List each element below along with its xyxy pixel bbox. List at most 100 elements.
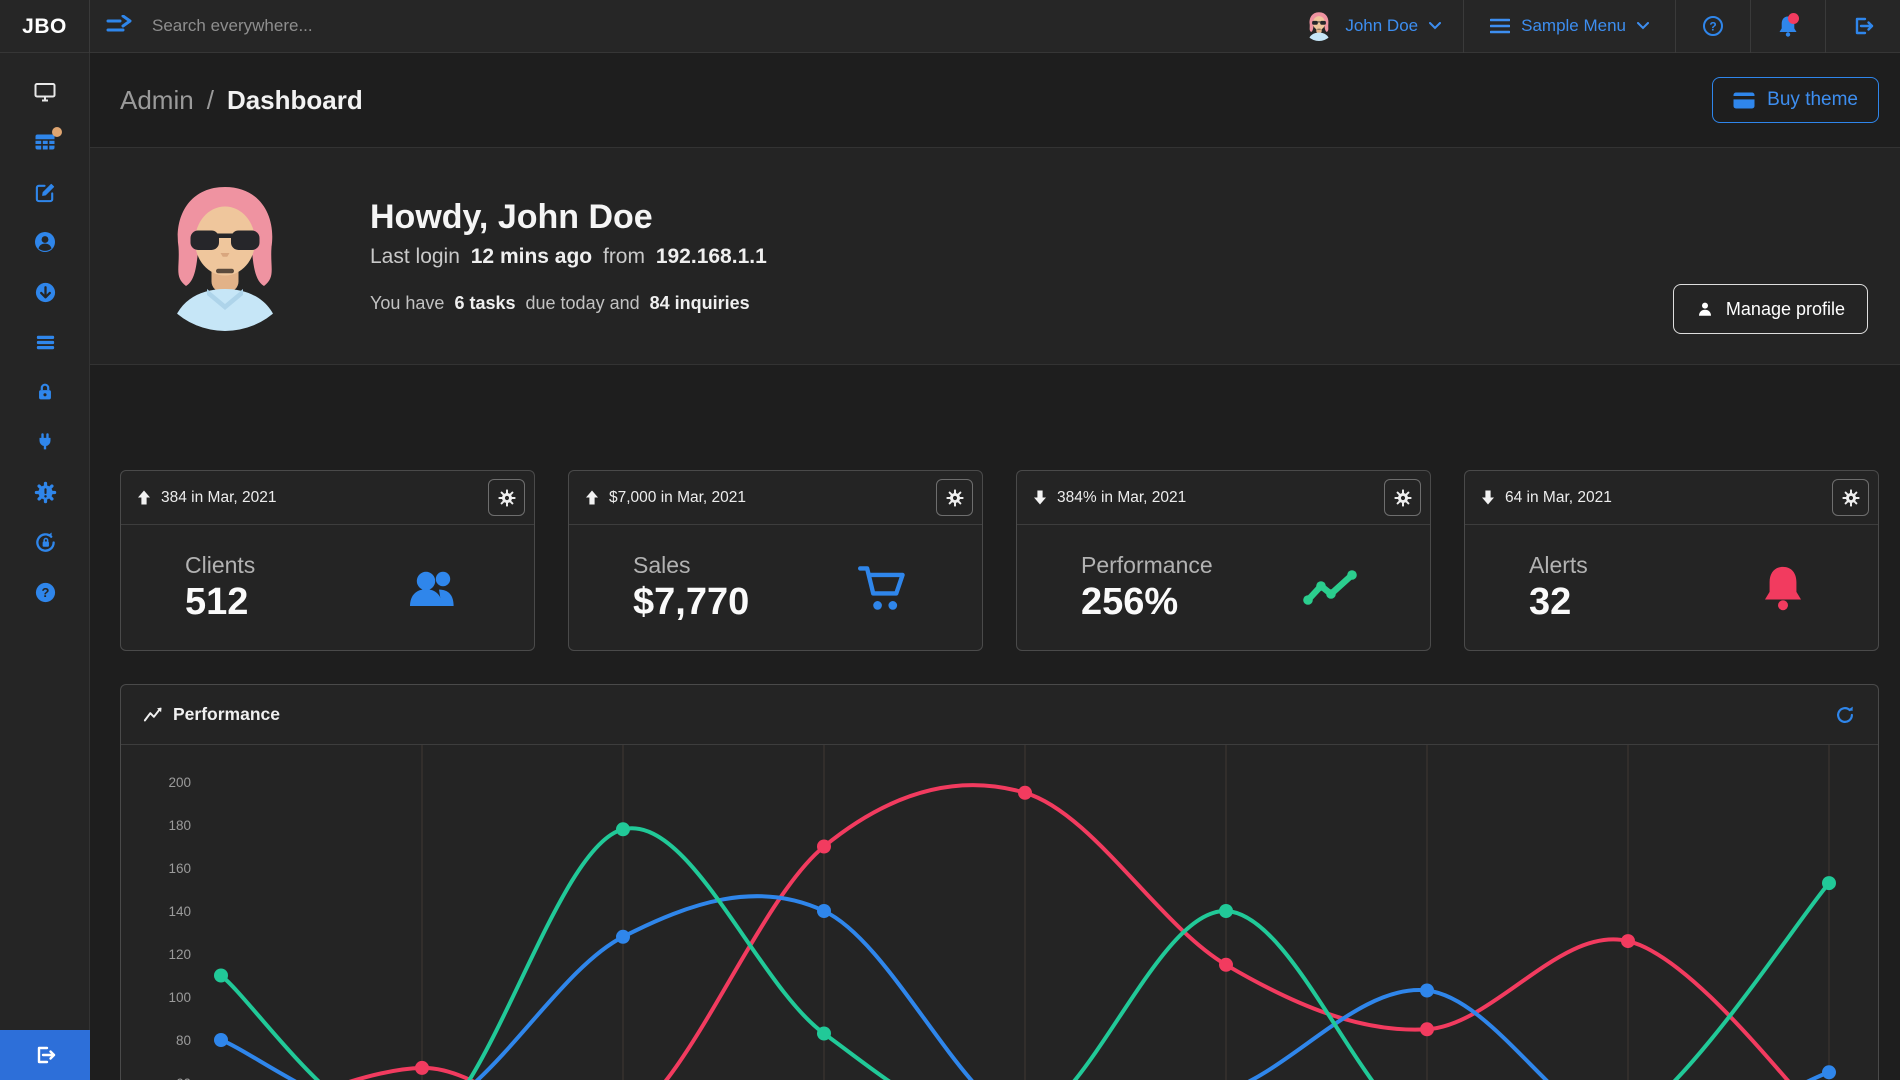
profile-avatar xyxy=(150,181,300,331)
user-menu[interactable]: John Doe xyxy=(1282,0,1463,53)
plug-icon xyxy=(34,431,56,453)
stat-card-clients: 384 in Mar, 2021 Clients 512 xyxy=(120,470,535,651)
sidebar: ? xyxy=(0,53,90,1080)
refresh-button[interactable] xyxy=(1834,704,1856,726)
help-circle-icon: ? xyxy=(1701,14,1725,38)
list-icon xyxy=(34,331,57,354)
search-input[interactable] xyxy=(152,16,572,36)
chart-icon xyxy=(143,706,163,724)
user-name: John Doe xyxy=(1345,16,1418,36)
stat-label: Performance xyxy=(1081,552,1213,579)
refresh-icon xyxy=(1834,704,1856,726)
svg-text:160: 160 xyxy=(168,861,191,876)
gear-alert-icon xyxy=(34,481,57,504)
arrow-up-icon xyxy=(585,490,599,505)
gear-icon xyxy=(498,489,516,507)
stat-change: 64 in Mar, 2021 xyxy=(1481,489,1612,507)
svg-text:120: 120 xyxy=(168,947,191,962)
question-circle-icon: ? xyxy=(34,581,57,604)
arrow-down-icon xyxy=(1481,490,1495,505)
stat-value: 32 xyxy=(1529,581,1588,624)
sidebar-item-widgets[interactable] xyxy=(0,117,90,167)
arrow-down-circle-icon xyxy=(34,281,57,304)
sidebar-item-lists[interactable] xyxy=(0,317,90,367)
svg-text:60: 60 xyxy=(176,1076,191,1080)
help-button[interactable]: ? xyxy=(1676,0,1750,53)
welcome-greeting: Howdy, John Doe xyxy=(370,198,767,237)
stat-label: Sales xyxy=(633,552,749,579)
welcome-panel: Howdy, John Doe Last login 12 mins ago f… xyxy=(90,147,1900,365)
hamburger-icon xyxy=(1490,18,1510,34)
sidebar-toggle-button[interactable] xyxy=(106,15,132,37)
card-settings-button[interactable] xyxy=(936,479,973,516)
lock-icon xyxy=(34,381,56,403)
card-settings-button[interactable] xyxy=(1832,479,1869,516)
sidebar-item-integrations[interactable] xyxy=(0,417,90,467)
shopping-cart-icon xyxy=(856,563,910,613)
sidebar-item-logout[interactable] xyxy=(0,1030,90,1080)
users-icon xyxy=(406,565,462,611)
stat-change: 384 in Mar, 2021 xyxy=(137,489,276,507)
card-settings-button[interactable] xyxy=(1384,479,1421,516)
avatar xyxy=(1304,11,1334,41)
sign-out-icon xyxy=(1851,14,1875,38)
svg-text:140: 140 xyxy=(168,904,191,919)
gear-icon xyxy=(1842,489,1860,507)
stat-value: 256% xyxy=(1081,581,1213,624)
tasks-line: You have 6 tasks due today and 84 inquir… xyxy=(370,293,767,314)
stat-card-alerts: 64 in Mar, 2021 Alerts 32 xyxy=(1464,470,1879,651)
gear-icon xyxy=(1394,489,1412,507)
svg-text:?: ? xyxy=(1709,20,1716,34)
stat-change: $7,000 in Mar, 2021 xyxy=(585,489,746,507)
sign-out-icon xyxy=(33,1043,57,1067)
user-icon xyxy=(1696,300,1714,318)
stat-label: Alerts xyxy=(1529,552,1588,579)
sample-menu[interactable]: Sample Menu xyxy=(1464,0,1675,53)
sidebar-item-alerts[interactable] xyxy=(0,467,90,517)
sidebar-toggle-icon xyxy=(106,15,132,37)
chevron-down-icon xyxy=(1637,22,1649,30)
edit-square-icon xyxy=(34,181,57,204)
svg-text:100: 100 xyxy=(168,990,191,1005)
breadcrumb-section[interactable]: Admin xyxy=(120,85,194,116)
gear-icon xyxy=(946,489,964,507)
svg-text:80: 80 xyxy=(176,1033,191,1048)
svg-text:?: ? xyxy=(41,585,49,600)
sidebar-item-profile[interactable] xyxy=(0,217,90,267)
sidebar-item-lock[interactable] xyxy=(0,367,90,417)
notifications-button[interactable] xyxy=(1751,0,1825,53)
stat-card-sales: $7,000 in Mar, 2021 Sales $7,770 xyxy=(568,470,983,651)
page-title: Dashboard xyxy=(227,85,363,116)
chart-panel-title: Performance xyxy=(173,704,280,725)
sidebar-item-downloads[interactable] xyxy=(0,267,90,317)
performance-panel: Performance 2001801601401201008060 xyxy=(120,684,1879,1080)
stat-cards-row: 384 in Mar, 2021 Clients 512 xyxy=(120,470,1879,651)
manage-profile-button[interactable]: Manage profile xyxy=(1673,284,1868,334)
sidebar-item-dashboard[interactable] xyxy=(0,67,90,117)
breadcrumb-separator: / xyxy=(207,85,214,116)
stat-label: Clients xyxy=(185,552,255,579)
performance-chart: 2001801601401201008060 xyxy=(121,745,1878,1080)
tasks-count: 6 tasks xyxy=(454,293,515,313)
sidebar-item-help[interactable]: ? xyxy=(0,567,90,617)
sidebar-item-forms[interactable] xyxy=(0,167,90,217)
sidebar-item-security[interactable] xyxy=(0,517,90,567)
arrow-up-icon xyxy=(137,490,151,505)
svg-text:200: 200 xyxy=(168,775,191,790)
user-circle-icon xyxy=(33,230,57,254)
top-navbar: JBO xyxy=(0,0,1900,53)
manage-profile-label: Manage profile xyxy=(1726,299,1845,320)
card-settings-button[interactable] xyxy=(488,479,525,516)
desktop-icon xyxy=(33,80,57,104)
buy-theme-label: Buy theme xyxy=(1767,89,1858,111)
sidebar-badge xyxy=(52,127,62,137)
last-login-ip: 192.168.1.1 xyxy=(656,245,767,268)
last-login-time: 12 mins ago xyxy=(471,245,592,268)
last-login-line: Last login 12 mins ago from 192.168.1.1 xyxy=(370,245,767,269)
performance-chart-svg: 2001801601401201008060 xyxy=(121,745,1878,1080)
app-logo[interactable]: JBO xyxy=(0,0,90,53)
bell-icon xyxy=(1760,563,1806,613)
logout-button[interactable] xyxy=(1826,0,1900,53)
credit-card-icon xyxy=(1733,92,1755,109)
buy-theme-button[interactable]: Buy theme xyxy=(1712,77,1879,123)
